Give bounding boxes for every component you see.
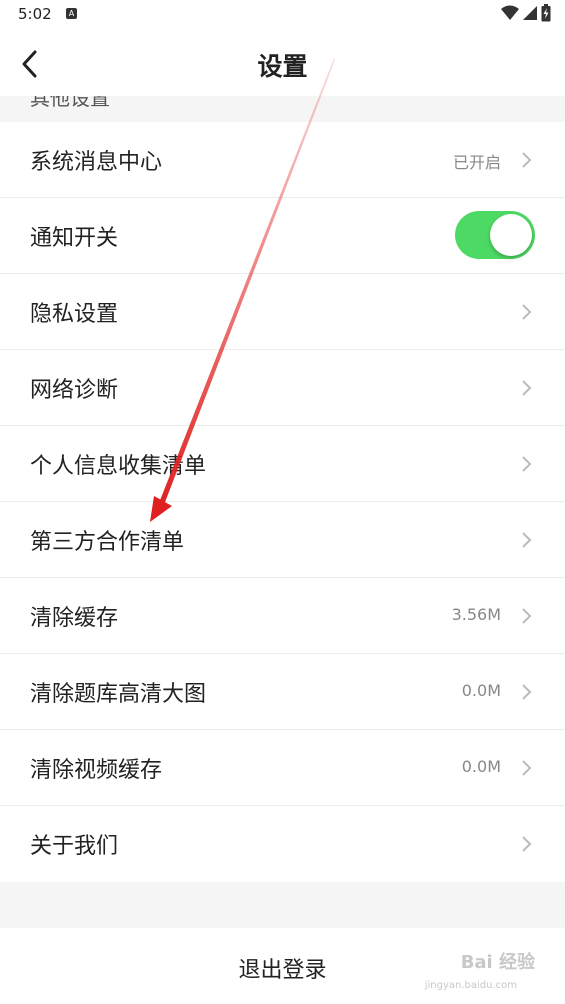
page-title: 设置: [257, 52, 308, 81]
row-label: 清除视频缓存: [30, 758, 163, 783]
row-value: 已开启: [452, 153, 501, 172]
chevron-right-icon: [522, 684, 532, 700]
row-label: 个人信息收集清单: [30, 454, 207, 479]
baidu-watermark: Bai 经验: [460, 952, 535, 973]
row-third-party-list[interactable]: 第三方合作清单: [0, 502, 565, 578]
toggle-knob: [490, 214, 532, 256]
chevron-right-icon: [522, 760, 532, 776]
status-bar: 5:02 A: [0, 0, 565, 30]
row-clear-cache[interactable]: 清除缓存 3.56M: [0, 578, 565, 654]
row-clear-video-cache[interactable]: 清除视频缓存 0.0M: [0, 730, 565, 806]
signal-icon: [523, 6, 537, 20]
row-value: 3.56M: [451, 605, 501, 624]
row-label: 清除缓存: [30, 606, 119, 631]
chevron-right-icon: [522, 304, 532, 320]
section-header: 其他设置: [0, 96, 565, 122]
row-label: 关于我们: [30, 834, 119, 859]
chevron-right-icon: [522, 608, 532, 624]
row-personal-info-list[interactable]: 个人信息收集清单: [0, 426, 565, 502]
row-label: 清除题库高清大图: [30, 682, 207, 707]
row-label: 第三方合作清单: [30, 530, 185, 555]
wifi-icon: [501, 5, 519, 20]
row-label: 网络诊断: [30, 378, 119, 403]
battery-icon: [541, 4, 551, 22]
chevron-right-icon: [522, 152, 532, 168]
row-privacy-settings[interactable]: 隐私设置: [0, 274, 565, 350]
row-label: 通知开关: [30, 226, 119, 251]
notification-icon: A: [66, 8, 77, 19]
status-icons: [501, 4, 551, 22]
notification-toggle[interactable]: [455, 211, 535, 259]
chevron-right-icon: [522, 456, 532, 472]
nav-bar: 设置: [0, 30, 565, 96]
row-system-messages[interactable]: 系统消息中心 已开启: [0, 122, 565, 198]
row-label: 隐私设置: [30, 302, 119, 327]
settings-list: 系统消息中心 已开启 通知开关 隐私设置 网络诊断 个人信息收集清单 第三方合作…: [0, 122, 565, 882]
row-value: 0.0M: [461, 681, 501, 700]
chevron-right-icon: [522, 380, 532, 396]
row-network-diagnosis[interactable]: 网络诊断: [0, 350, 565, 426]
row-clear-hd-images[interactable]: 清除题库高清大图 0.0M: [0, 654, 565, 730]
row-value: 0.0M: [461, 757, 501, 776]
chevron-right-icon: [522, 532, 532, 548]
section-header-label: 其他设置: [30, 96, 110, 110]
row-notification-switch: 通知开关: [0, 198, 565, 274]
baidu-watermark-url: jingyan.baidu.com: [424, 980, 517, 991]
row-about-us[interactable]: 关于我们: [0, 806, 565, 882]
row-label: 系统消息中心: [30, 150, 163, 175]
chevron-right-icon: [522, 836, 532, 852]
status-time: 5:02: [18, 5, 52, 23]
